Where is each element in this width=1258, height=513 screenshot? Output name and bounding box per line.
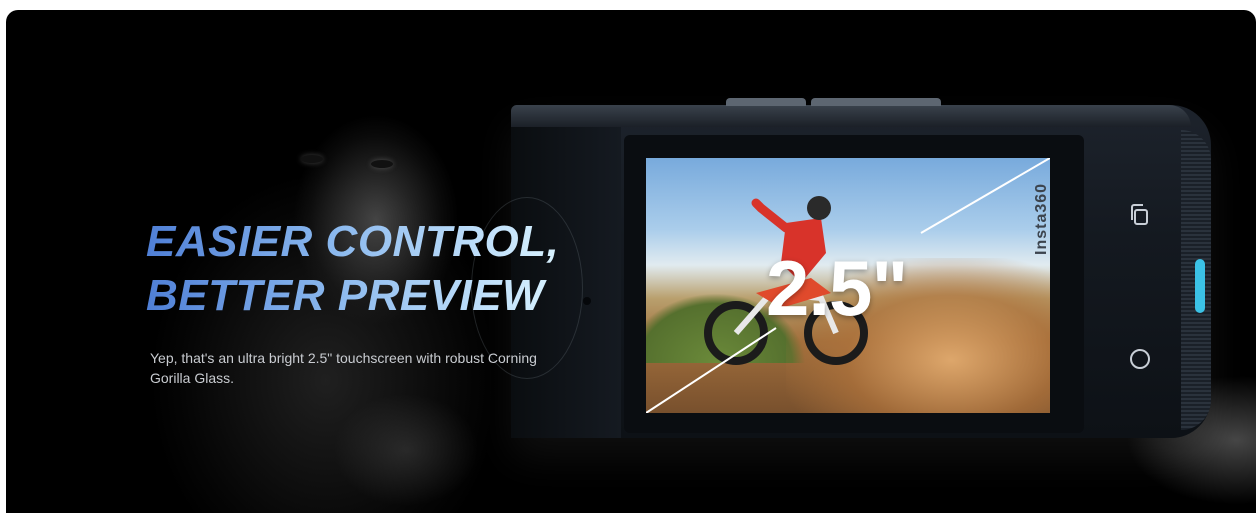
headline-line-2: BETTER PREVIEW (146, 271, 545, 320)
hero-banner: 2.5" Insta360 EASIER CONTROL, BETTER PRE… (6, 10, 1256, 513)
touchscreen-preview: 2.5" (646, 158, 1050, 413)
headline-line-1: EASIER CONTROL, (146, 217, 560, 266)
accent-strip (1195, 259, 1205, 313)
camera-top-edge (511, 98, 1191, 127)
screen-size-label: 2.5" (766, 244, 908, 332)
power-button-shape (811, 98, 941, 106)
shutter-button-shape (726, 98, 806, 106)
camera-device-image: 2.5" Insta360 (471, 98, 1211, 438)
screen-bezel: 2.5" (624, 135, 1084, 433)
circle-button-icon (1128, 347, 1152, 377)
hero-description: Yep, that's an ultra bright 2.5" touchsc… (150, 350, 537, 386)
microphone-hole (583, 297, 591, 305)
gorilla-eye-right (371, 160, 393, 168)
copy-icon (1128, 203, 1152, 235)
gorilla-eye-left (301, 155, 323, 163)
brand-logo-text: Insta360 (1033, 182, 1050, 255)
hero-headline: EASIER CONTROL, BETTER PREVIEW (146, 215, 559, 323)
